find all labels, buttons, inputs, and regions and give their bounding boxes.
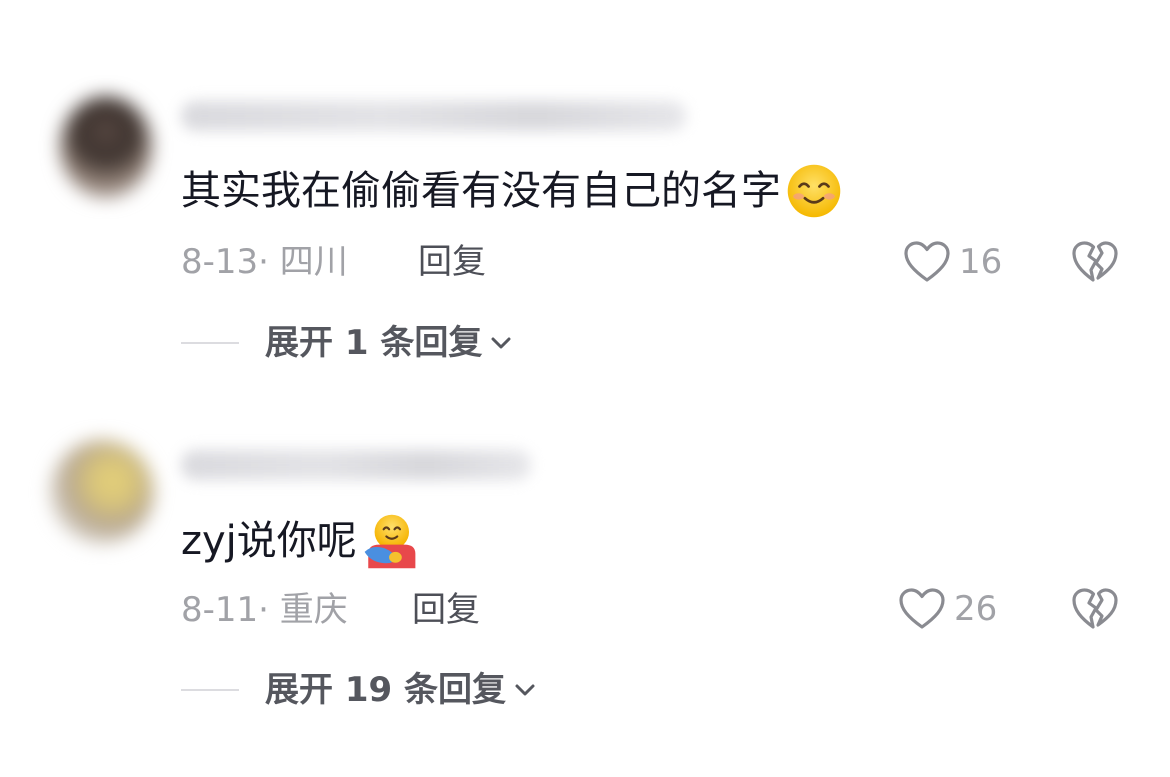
heart-icon bbox=[904, 241, 950, 282]
broken-heart-icon[interactable] bbox=[1071, 238, 1119, 286]
chevron-down-icon bbox=[491, 337, 511, 349]
meta-separator: · bbox=[258, 590, 280, 630]
comment-location: 重庆 bbox=[279, 590, 348, 630]
username[interactable] bbox=[181, 101, 686, 131]
divider-line bbox=[181, 342, 239, 344]
comment-text: 其实我在偷偷看有没有自己的名字 bbox=[181, 162, 843, 220]
expand-replies-label: 展开 1 条回复 bbox=[265, 323, 483, 363]
comment-text-content: 其实我在偷偷看有没有自己的名字 bbox=[181, 168, 781, 214]
avatar[interactable] bbox=[60, 96, 152, 198]
comment-location: 四川 bbox=[279, 242, 348, 282]
divider-line bbox=[181, 689, 239, 691]
comment-meta: 8-13· 四川 bbox=[181, 242, 348, 282]
reply-button[interactable]: 回复 bbox=[418, 242, 486, 282]
comment-date: 8-11 bbox=[181, 590, 259, 630]
like-count: 16 bbox=[959, 242, 1003, 282]
comment-date: 8-13 bbox=[181, 242, 259, 282]
chevron-down-icon bbox=[515, 684, 535, 696]
expand-replies-button[interactable]: 展开 1 条回复 bbox=[181, 323, 514, 363]
meta-separator: · bbox=[258, 242, 280, 282]
avatar[interactable] bbox=[50, 440, 154, 544]
comment-text: zyj说你呢 bbox=[181, 512, 419, 570]
like-button[interactable]: 16 bbox=[903, 240, 1002, 284]
comment-text-content: zyj说你呢 bbox=[181, 518, 357, 564]
like-button[interactable]: 26 bbox=[898, 587, 997, 631]
smiling-face-emoji bbox=[787, 164, 841, 218]
heart-icon bbox=[899, 588, 945, 629]
reply-button[interactable]: 回复 bbox=[412, 590, 480, 630]
broken-heart-icon[interactable] bbox=[1071, 585, 1119, 633]
expand-replies-button[interactable]: 展开 19 条回复 bbox=[181, 670, 538, 710]
like-count: 26 bbox=[954, 589, 998, 629]
comment-meta: 8-11· 重庆 bbox=[181, 590, 348, 630]
expand-replies-label: 展开 19 条回复 bbox=[265, 670, 506, 710]
username[interactable] bbox=[181, 450, 531, 480]
hugging-face-emoji bbox=[364, 514, 416, 569]
